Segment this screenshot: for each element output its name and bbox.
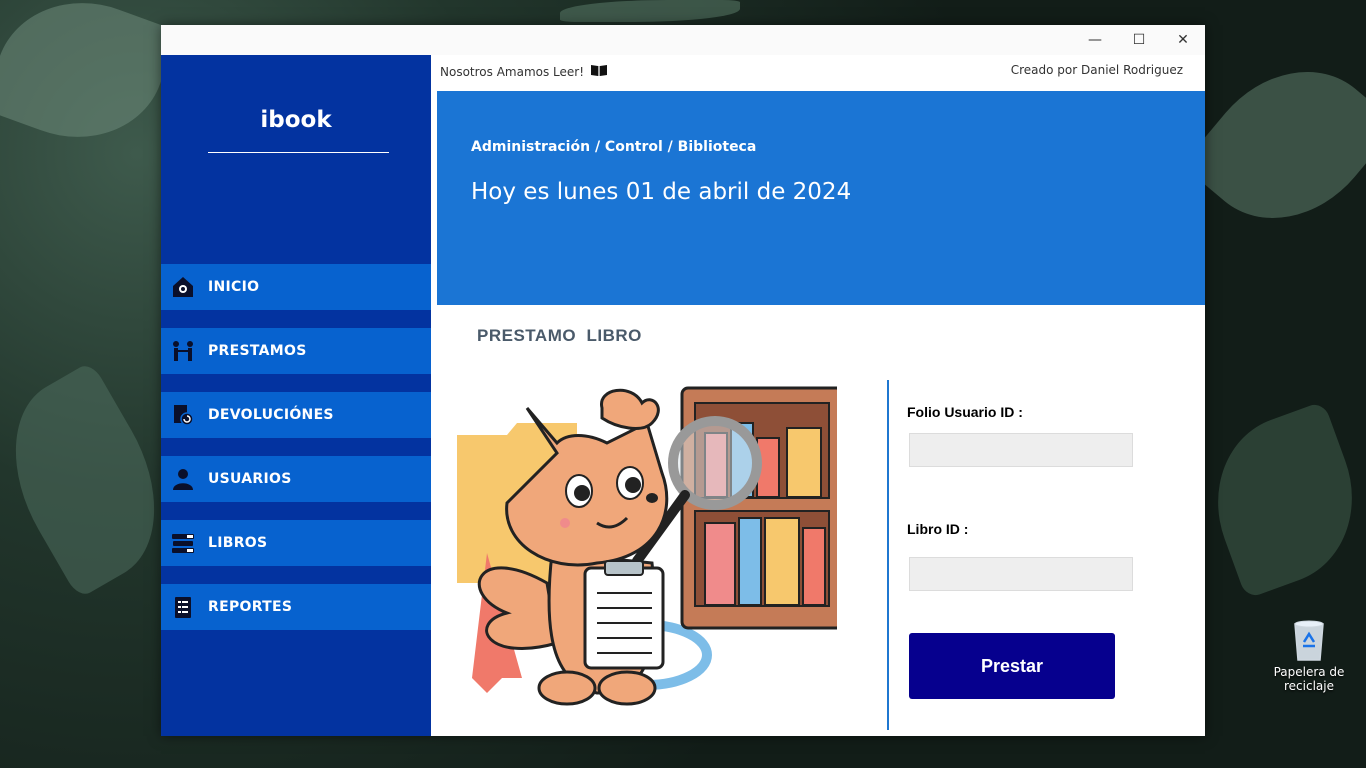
folio-usuario-label: Folio Usuario ID : bbox=[907, 404, 1023, 420]
sidebar-item-libros[interactable]: LIBROS bbox=[161, 520, 431, 566]
title-bar: — ☐ ✕ bbox=[161, 25, 1205, 55]
form-divider bbox=[887, 380, 889, 730]
wallpaper-leaf bbox=[560, 0, 740, 22]
sidebar-item-prestamos[interactable]: PRESTAMOS bbox=[161, 328, 431, 374]
sidebar-item-reportes[interactable]: REPORTES bbox=[161, 584, 431, 630]
sidebar-item-label: USUARIOS bbox=[208, 471, 292, 487]
wallpaper-leaf bbox=[1191, 400, 1366, 600]
folio-usuario-input[interactable] bbox=[909, 433, 1133, 467]
sidebar-item-devoluciones[interactable]: DEVOLUCIÓNES bbox=[161, 392, 431, 438]
app-window: — ☐ ✕ ibook INICIO PRESTAMOS DEVOLUCIÓNE… bbox=[161, 25, 1205, 736]
sidebar-item-inicio[interactable]: INICIO bbox=[161, 264, 431, 310]
sidebar-item-label: REPORTES bbox=[208, 599, 293, 615]
current-date: Hoy es lunes 01 de abril de 2024 bbox=[471, 179, 852, 205]
prestar-button[interactable]: Prestar bbox=[909, 633, 1115, 699]
books-stack-icon bbox=[171, 531, 195, 555]
brand-divider bbox=[208, 152, 389, 153]
maximize-icon: ☐ bbox=[1132, 32, 1146, 48]
return-book-icon bbox=[171, 403, 195, 427]
sidebar-item-label: LIBROS bbox=[208, 535, 268, 551]
wallpaper-leaf bbox=[1181, 34, 1366, 256]
libro-id-input[interactable] bbox=[909, 557, 1133, 591]
handshake-people-icon bbox=[171, 339, 195, 363]
breadcrumb: Administración / Control / Biblioteca bbox=[471, 139, 757, 155]
sidebar-item-label: PRESTAMOS bbox=[208, 343, 307, 359]
tagline: Nosotros Amamos Leer! bbox=[440, 63, 608, 80]
sidebar-item-label: INICIO bbox=[208, 279, 260, 295]
libro-id-label: Libro ID : bbox=[907, 521, 969, 537]
author-credit: Creado por Daniel Rodriguez bbox=[1010, 63, 1183, 77]
recycle-bin-label: Papelera de reciclaje bbox=[1273, 665, 1345, 693]
brand-title: ibook bbox=[260, 107, 332, 133]
open-book-icon bbox=[590, 63, 608, 80]
page-title: PRESTAMO LIBRO bbox=[477, 326, 642, 345]
minimize-button[interactable]: — bbox=[1073, 25, 1117, 55]
main-content: Nosotros Amamos Leer! Creado por Daniel … bbox=[431, 55, 1205, 736]
close-button[interactable]: ✕ bbox=[1161, 25, 1205, 55]
home-icon bbox=[171, 275, 195, 299]
maximize-button[interactable]: ☐ bbox=[1117, 25, 1161, 55]
fox-librarian-illustration bbox=[457, 386, 837, 706]
wallpaper-leaf bbox=[0, 0, 180, 164]
sidebar-item-usuarios[interactable]: USUARIOS bbox=[161, 456, 431, 502]
clipboard-list-icon bbox=[171, 595, 195, 619]
sidebar-item-label: DEVOLUCIÓNES bbox=[208, 407, 334, 423]
tagline-text: Nosotros Amamos Leer! bbox=[440, 64, 585, 79]
recycle-bin-shortcut[interactable]: Papelera de reciclaje bbox=[1270, 618, 1348, 693]
close-icon: ✕ bbox=[1177, 32, 1189, 48]
recycle-bin-icon bbox=[1294, 620, 1324, 661]
sidebar: ibook INICIO PRESTAMOS DEVOLUCIÓNES USUA… bbox=[161, 55, 431, 736]
user-icon bbox=[171, 467, 195, 491]
minimize-icon: — bbox=[1088, 32, 1102, 48]
header-banner: Administración / Control / Biblioteca Ho… bbox=[437, 91, 1205, 305]
